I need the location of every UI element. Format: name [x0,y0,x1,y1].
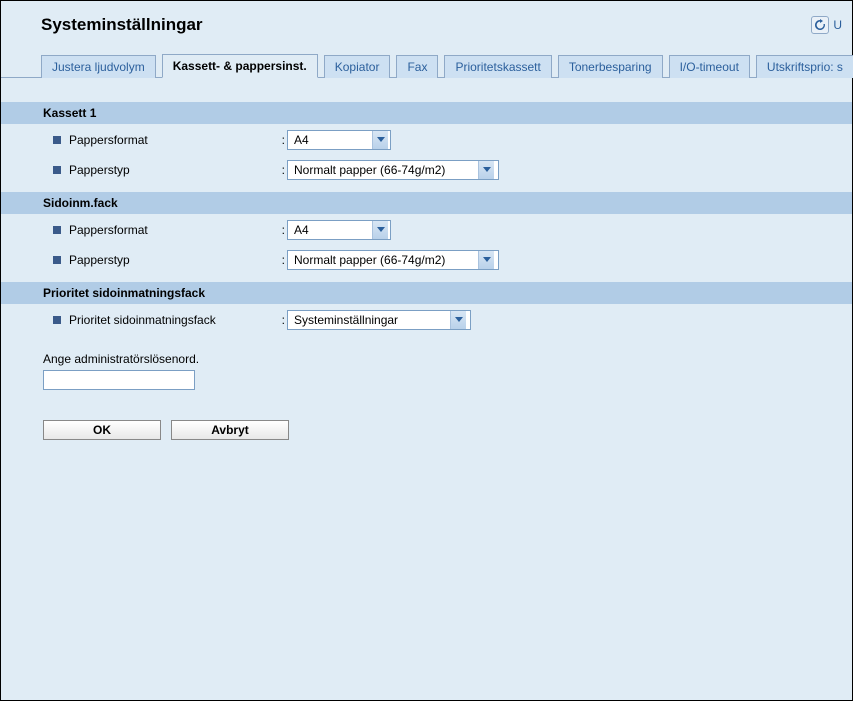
password-label: Ange administratörslösenord. [43,352,852,366]
dropdown-cassette1-format[interactable]: A4 [287,130,391,150]
colon: : [269,253,287,267]
button-row: OK Avbryt [1,390,852,440]
dropdown-value: A4 [288,223,372,237]
page-title: Systeminställningar [41,15,203,35]
tab-utskriftsprio[interactable]: Utskriftsprio: s [756,55,853,78]
bullet-icon [53,166,61,174]
bullet-icon [53,316,61,324]
dropdown-value: Normalt papper (66-74g/m2) [288,253,478,267]
row-cassette1-type: Papperstyp : Normalt papper (66-74g/m2) [1,156,852,184]
chevron-down-icon [450,311,466,329]
label-priority: Prioritet sidoinmatningsfack [69,313,269,327]
tab-fax[interactable]: Fax [396,55,438,78]
label-bypass-type: Papperstyp [69,253,269,267]
dropdown-value: Normalt papper (66-74g/m2) [288,163,478,177]
colon: : [269,163,287,177]
colon: : [269,313,287,327]
dropdown-bypass-type[interactable]: Normalt papper (66-74g/m2) [287,250,499,270]
row-cassette1-format: Pappersformat : A4 [1,126,852,154]
tab-kopiator[interactable]: Kopiator [324,55,391,78]
row-priority: Prioritet sidoinmatningsfack : Systemins… [1,306,852,334]
dropdown-value: Systeminställningar [288,313,450,327]
bullet-icon [53,226,61,234]
dropdown-value: A4 [288,133,372,147]
tab-io-timeout[interactable]: I/O-timeout [669,55,750,78]
password-section: Ange administratörslösenord. [1,334,852,390]
bullet-icon [53,256,61,264]
ok-button[interactable]: OK [43,420,161,440]
row-bypass-type: Papperstyp : Normalt papper (66-74g/m2) [1,246,852,274]
chevron-down-icon [478,161,494,179]
tab-justera-ljudvolym[interactable]: Justera ljudvolym [41,55,156,78]
dropdown-bypass-format[interactable]: A4 [287,220,391,240]
refresh-area: U [811,16,842,34]
tabs: Justera ljudvolym Kassett- & pappersinst… [1,53,852,78]
bullet-icon [53,136,61,144]
label-cassette1-format: Pappersformat [69,133,269,147]
colon: : [269,133,287,147]
section-header-priority: Prioritet sidoinmatningsfack [1,282,852,304]
label-bypass-format: Pappersformat [69,223,269,237]
chevron-down-icon [372,221,388,239]
tab-tonerbesparing[interactable]: Tonerbesparing [558,55,663,78]
content: Kassett 1 Pappersformat : A4 Papperstyp … [1,78,852,440]
admin-password-input[interactable] [43,370,195,390]
section-header-bypass: Sidoinm.fack [1,192,852,214]
cancel-button[interactable]: Avbryt [171,420,289,440]
section-header-cassette1: Kassett 1 [1,102,852,124]
chevron-down-icon [478,251,494,269]
tab-prioritetskassett[interactable]: Prioritetskassett [444,55,551,78]
dropdown-priority[interactable]: Systeminställningar [287,310,471,330]
refresh-icon[interactable] [811,16,829,34]
tab-kassett-pappersinst[interactable]: Kassett- & pappersinst. [162,54,318,78]
refresh-label: U [833,18,842,32]
chevron-down-icon [372,131,388,149]
dropdown-cassette1-type[interactable]: Normalt papper (66-74g/m2) [287,160,499,180]
row-bypass-format: Pappersformat : A4 [1,216,852,244]
label-cassette1-type: Papperstyp [69,163,269,177]
colon: : [269,223,287,237]
